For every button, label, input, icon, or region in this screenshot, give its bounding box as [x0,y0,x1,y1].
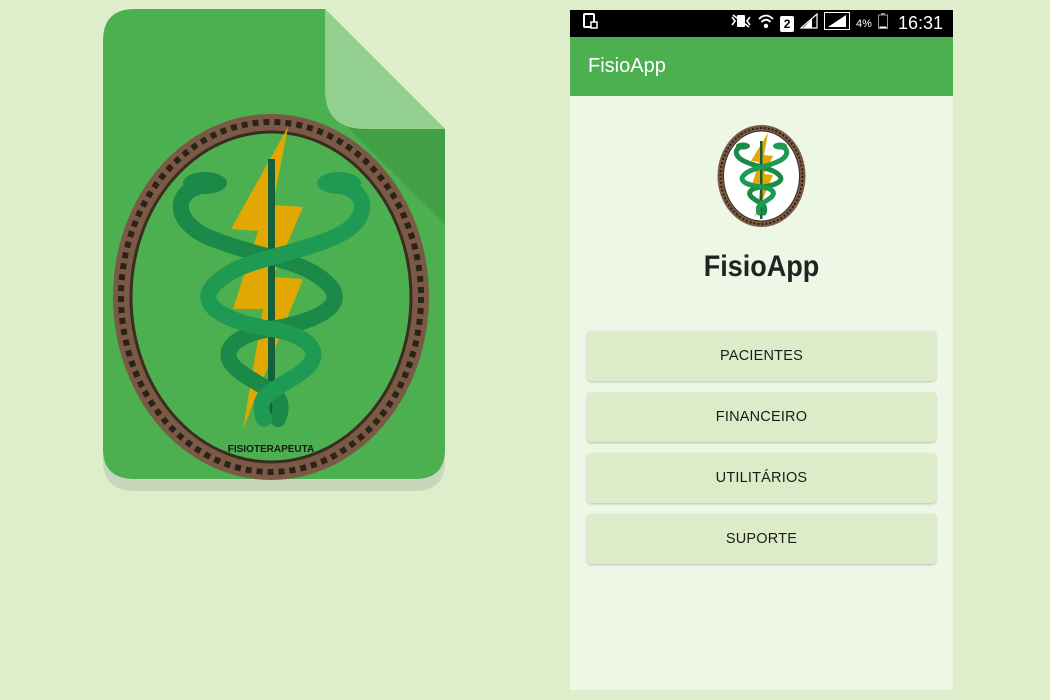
screenshot-icon [582,13,598,34]
app-name-heading: FisioApp [703,250,820,283]
seal-emblem: FISIOTERAPEUTA [113,114,429,480]
app-bar-title: FisioApp [588,55,666,77]
vibrate-icon [730,14,752,33]
app-bar: FisioApp [570,37,953,96]
battery-icon [877,13,888,34]
main-menu: PACIENTES FINANCEIRO UTILITÁRIOS SUPORTE [587,331,936,564]
signal-icon [799,12,818,34]
suporte-button[interactable]: SUPORTE [587,514,936,564]
wifi-icon [758,14,774,34]
signal-icon-2 [824,12,851,35]
financeiro-button[interactable]: FINANCEIRO [587,392,936,442]
app-logo [716,123,807,229]
seal-text: FISIOTERAPEUTA [228,444,314,455]
pacientes-button[interactable]: PACIENTES [587,331,936,381]
phone-screen: 2 4% 16:31 FisioApp FisioApp PACIENTES F… [570,10,953,690]
fisioapp-file-icon: FISIOTERAPEUTA [103,9,445,491]
status-bar: 2 4% 16:31 [570,10,953,37]
utilitarios-button[interactable]: UTILITÁRIOS [587,453,936,503]
status-time: 16:31 [897,13,943,33]
sim-icon: 2 [780,15,795,32]
main-content: FisioApp PACIENTES FINANCEIRO UTILITÁRIO… [570,96,953,690]
battery-percent: 4% [856,17,872,30]
